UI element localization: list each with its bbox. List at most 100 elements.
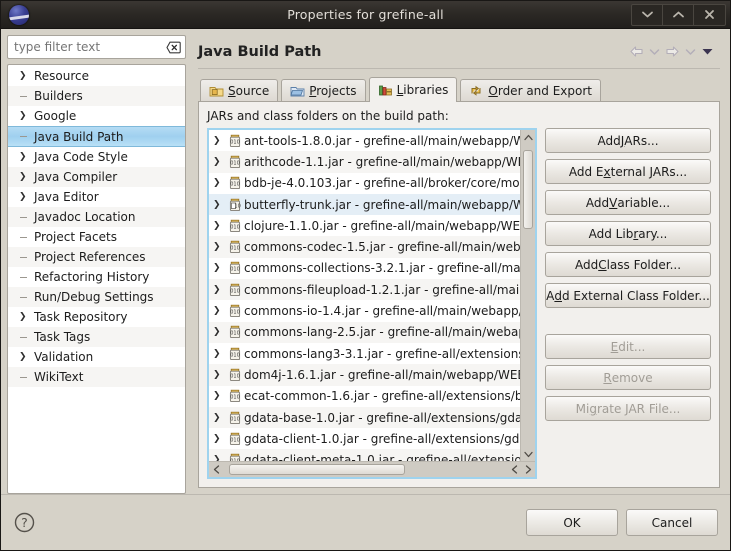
search-input[interactable] (14, 40, 166, 54)
build-path-list[interactable]: ❯ 010 ant-tools-1.8.0.jar - grefine-all/ma… (207, 128, 537, 479)
add-library-button[interactable]: Add Lib r ary... (545, 221, 711, 246)
expand-arrow-icon[interactable]: ❯ (19, 111, 32, 121)
maximize-button[interactable] (663, 4, 694, 25)
jar-list-item[interactable]: ❯ 010 arithcode-1.1.jar - grefine-all/main… (209, 151, 520, 173)
filter-field-wrapper[interactable] (7, 35, 186, 59)
tab-source[interactable]: Source (200, 79, 279, 101)
sidebar-item-refactoring-history[interactable]: Refactoring History (8, 267, 185, 287)
sidebar-item-project-facets[interactable]: Project Facets (8, 227, 185, 247)
expand-arrow-icon[interactable]: ❯ (213, 200, 226, 210)
sidebar-item-task-tags[interactable]: Task Tags (8, 327, 185, 347)
horizontal-scroll-thumb[interactable] (228, 464, 405, 475)
horizontal-scroll-track[interactable] (223, 462, 507, 477)
close-button[interactable] (694, 5, 725, 25)
jar-list-item[interactable]: ❯ 010 gdata-base-1.0.jar - grefine-all/ext… (209, 406, 520, 429)
list-horizontal-scrollbar[interactable] (209, 461, 535, 477)
jar-list-item[interactable]: ❯ 010 bdb-je-4.0.103.jar - grefine-all/bro… (209, 173, 520, 194)
expand-arrow-icon[interactable]: ❯ (19, 172, 32, 182)
expand-arrow-icon[interactable]: ❯ (213, 285, 226, 295)
jar-list-item[interactable]: ❯ 10 butterfly-trunk.jar - grefine-all/mai… (209, 193, 520, 216)
sidebar-item-java-compiler[interactable]: ❯ Java Compiler (8, 167, 185, 187)
sidebar-item-java-build-path[interactable]: Java Build Path (8, 126, 185, 147)
jar-list-item[interactable]: ❯ 010 commons-lang3-3.1.jar - grefine-all/… (209, 343, 520, 364)
help-question-icon[interactable]: ? (13, 512, 35, 534)
add-jars-button[interactable]: Add J ARs... (545, 128, 711, 153)
expand-arrow-icon[interactable]: ❯ (213, 136, 226, 146)
tab-projects[interactable]: Projects (281, 79, 366, 101)
vertical-scroll-thumb[interactable] (523, 150, 533, 229)
settings-tree[interactable]: ❯ Resource Builders ❯ Google Java Build Path ❯… (7, 64, 186, 494)
expand-arrow-icon[interactable]: ❯ (213, 434, 226, 444)
sidebar-item-java-editor[interactable]: ❯ Java Editor (8, 187, 185, 207)
add-variable-button[interactable]: Add Variable... (545, 190, 711, 215)
tab-libraries[interactable]: Libraries (368, 77, 458, 102)
tab-label: Source (228, 83, 270, 98)
jar-list-item[interactable]: ❯ 010 ecat-common-1.6.jar - grefine-all/ex… (209, 386, 520, 407)
list-vertical-scrollbar[interactable] (520, 130, 535, 461)
expand-arrow-icon[interactable]: ❯ (19, 152, 32, 162)
scroll-left-arrow-icon-2[interactable] (507, 462, 521, 477)
expand-arrow-icon[interactable]: ❯ (19, 312, 32, 322)
expand-arrow-icon[interactable]: ❯ (213, 413, 226, 423)
sidebar-item-project-references[interactable]: Project References (8, 247, 185, 267)
jar-list-item[interactable]: ❯ 010 gdata-client-1.0.jar - grefine-all/e… (209, 428, 520, 449)
minimize-button[interactable] (632, 4, 663, 25)
sidebar-item-wikitext[interactable]: WikiText (8, 367, 185, 387)
add-external-jars-button[interactable]: Add Ex ternal JARs... (545, 159, 711, 184)
build-path-rows[interactable]: ❯ 010 ant-tools-1.8.0.jar - grefine-all/ma… (209, 130, 520, 461)
sidebar-item-javadoc-location[interactable]: Javadoc Location (8, 207, 185, 227)
forward-arrow-icon[interactable] (665, 45, 680, 58)
expand-arrow-icon[interactable]: ❯ (19, 352, 32, 362)
expand-arrow-icon[interactable]: ❯ (213, 178, 226, 188)
jar-list-item-label: commons-fileupload-1.2.1.jar - grefine-a… (244, 282, 520, 297)
jar-list-item[interactable]: ❯ 010 commons-collections-3.2.1.jar - gref… (209, 258, 520, 279)
forward-history-dropdown-icon[interactable] (685, 48, 696, 56)
sidebar-item-google[interactable]: ❯ Google (8, 106, 185, 126)
sidebar-item-validation[interactable]: ❯ Validation (8, 347, 185, 367)
expand-arrow-icon[interactable]: ❯ (19, 71, 32, 81)
scroll-down-arrow-icon[interactable] (521, 447, 535, 461)
tab-order-and-export[interactable]: Order and Export (460, 79, 601, 101)
expand-arrow-icon[interactable]: ❯ (213, 263, 226, 273)
jar-list-item[interactable]: ❯ 010 dom4j-1.6.1.jar - grefine-all/main/w… (209, 364, 520, 386)
jar-list-item[interactable]: ❯ 010 commons-lang-2.5.jar - grefine-all/m… (209, 321, 520, 343)
expand-arrow-icon[interactable]: ❯ (213, 157, 226, 167)
expand-arrow-icon[interactable]: ❯ (213, 327, 226, 337)
cancel-button[interactable]: Cancel (626, 509, 718, 536)
back-arrow-icon[interactable] (629, 45, 644, 58)
add-class-folder-button[interactable]: Add Class Folder... (545, 252, 711, 277)
jar-icon: 010 (226, 261, 244, 275)
jar-list-item[interactable]: ❯ 010 commons-fileupload-1.2.1.jar - grefi… (209, 279, 520, 301)
jar-list-item[interactable]: ❯ 010 gdata-client-meta-1.0.jar - grefine-… (209, 449, 520, 461)
jar-list-item-label: commons-collections-3.2.1.jar - grefine-… (244, 261, 520, 276)
scroll-up-arrow-icon[interactable] (521, 130, 535, 144)
expand-arrow-icon[interactable]: ❯ (213, 455, 226, 461)
sidebar-item-task-repository[interactable]: ❯ Task Repository (8, 307, 185, 327)
sidebar-item-java-code-style[interactable]: ❯ Java Code Style (8, 147, 185, 167)
back-history-dropdown-icon[interactable] (649, 48, 660, 56)
sidebar-item-resource[interactable]: ❯ Resource (8, 66, 185, 86)
scroll-right-arrow-icon[interactable] (521, 462, 535, 477)
scroll-left-arrow-icon[interactable] (209, 462, 223, 477)
sidebar-item-run-debug-settings[interactable]: Run/Debug Settings (8, 287, 185, 307)
jar-icon: 010 (226, 240, 244, 254)
vertical-scroll-track[interactable] (521, 144, 535, 447)
clear-x-icon[interactable] (166, 41, 181, 54)
expand-arrow-icon[interactable]: ❯ (19, 192, 32, 202)
expand-arrow-icon[interactable]: ❯ (213, 306, 226, 316)
expand-arrow-icon[interactable]: ❯ (213, 242, 226, 252)
sidebar-item-builders[interactable]: Builders (8, 86, 185, 106)
expand-arrow-icon[interactable]: ❯ (213, 221, 226, 231)
add-external-class-folder-button[interactable]: Add External Class Folder... (545, 283, 711, 308)
jar-list-item[interactable]: ❯ 010 ant-tools-1.8.0.jar - grefine-all/ma… (209, 130, 520, 151)
expand-arrow-icon[interactable]: ❯ (213, 391, 226, 401)
jar-list-item[interactable]: ❯ 010 clojure-1.1.0.jar - grefine-all/main… (209, 215, 520, 236)
properties-dialog: Properties for grefine-all type filter t… (0, 0, 731, 551)
view-menu-icon[interactable] (701, 47, 714, 56)
jar-list-item[interactable]: ❯ 010 commons-codec-1.5.jar - grefine-all/… (209, 236, 520, 258)
jar-list-item-label: ecat-common-1.6.jar - grefine-all/extens… (244, 389, 520, 404)
expand-arrow-icon[interactable]: ❯ (213, 349, 226, 359)
expand-arrow-icon[interactable]: ❯ (213, 370, 226, 380)
ok-button[interactable]: OK (526, 509, 618, 536)
jar-list-item[interactable]: ❯ 010 commons-io-1.4.jar - grefine-all/mai… (209, 300, 520, 321)
